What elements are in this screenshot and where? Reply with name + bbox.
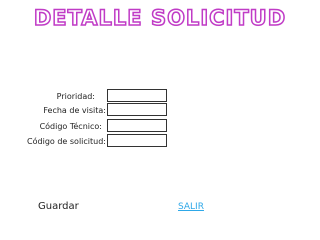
exit-link[interactable]: SALIR bbox=[178, 202, 204, 212]
request-code-field[interactable] bbox=[107, 134, 167, 147]
technician-code-label: Código Técnico: bbox=[39, 122, 102, 131]
visit-date-label: Fecha de visita: bbox=[43, 106, 106, 115]
save-button[interactable]: Guardar bbox=[38, 201, 79, 212]
visit-date-field[interactable] bbox=[107, 103, 167, 116]
priority-field[interactable] bbox=[107, 89, 167, 102]
technician-code-field[interactable] bbox=[107, 119, 167, 132]
priority-label: Prioridad: bbox=[56, 92, 95, 101]
page-title: DETALLE SOLICITUD bbox=[33, 5, 287, 31]
request-code-label: Código de solicitud: bbox=[27, 137, 106, 146]
